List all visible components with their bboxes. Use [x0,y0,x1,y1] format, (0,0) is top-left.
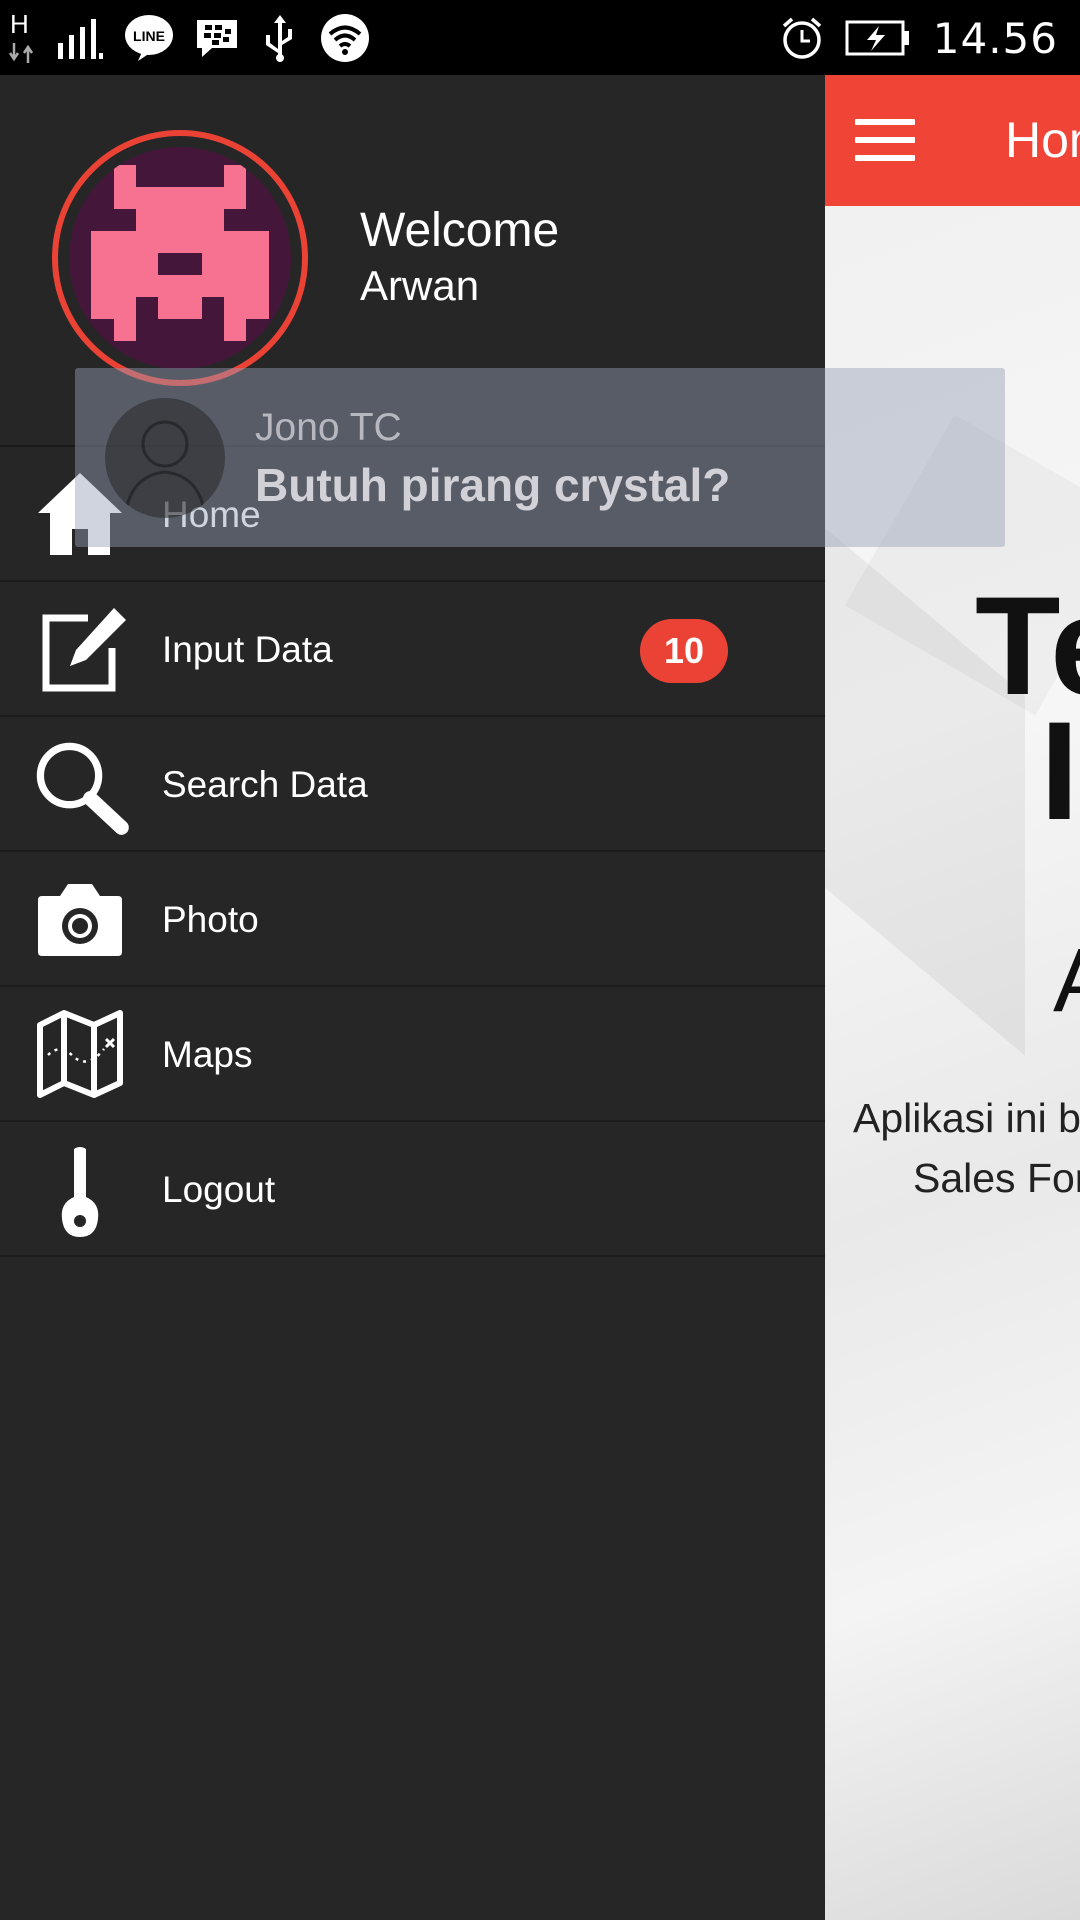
menu-item-label: Logout [162,1168,276,1210]
welcome-text: Welcome [360,204,560,257]
sender-avatar [105,398,225,518]
notification-sender: Jono TC [255,406,402,449]
search-icon [36,742,129,835]
hamburger-menu-icon[interactable] [855,119,915,161]
hero-title-line3: A [1053,930,1080,1033]
map-icon [37,1010,123,1098]
notification-count-badge: 10 [640,619,728,683]
status-bar: H LINE 14.56 [0,0,1080,75]
signal-icon [58,19,103,59]
main-page: Hom Te I A Aplikasi ini b Sales For [825,75,1080,1920]
menu-item-label: Search Data [162,763,368,805]
person-icon [123,420,207,518]
notification-toast[interactable]: Jono TC Butuh pirang crystal? [75,368,1005,547]
appbar-title: Hom [1005,112,1080,168]
clock: 14.56 [932,13,1058,63]
hero-title-line2: I [1040,692,1079,849]
network-type-icon: H [8,9,36,63]
avatar[interactable] [52,130,308,386]
camera-icon [38,884,122,956]
menu-item-maps[interactable]: Maps [0,987,825,1122]
key-icon [61,1147,99,1237]
edit-icon [42,608,126,692]
notification-message: Butuh pirang crystal? [255,459,731,511]
bbm-icon [197,20,237,57]
menu-item-photo[interactable]: Photo [0,852,825,987]
svg-text:LINE: LINE [133,28,165,44]
menu-item-logout[interactable]: Logout [0,1122,825,1257]
navigation-drawer: Welcome Arwan Home Input Data 10 Search … [0,75,825,1920]
pixel-avatar-icon [69,147,291,369]
description-line2: Sales For [913,1155,1080,1201]
wifi-icon [321,14,369,62]
line-app-icon: LINE [125,15,173,61]
menu-item-label: Photo [162,898,259,940]
description-line1: Aplikasi ini b [853,1095,1080,1141]
usb-icon [266,15,292,62]
drawer-menu: Home Input Data 10 Search Data Photo Map… [0,447,825,1257]
alarm-icon [782,17,821,59]
menu-item-label: Maps [162,1033,253,1075]
menu-item-label: Input Data [162,628,333,670]
menu-item-input-data[interactable]: Input Data 10 [0,582,825,717]
menu-item-search-data[interactable]: Search Data [0,717,825,852]
app-bar: Hom [825,75,1080,206]
battery-charging-icon [845,20,909,56]
username: Arwan [360,262,480,309]
